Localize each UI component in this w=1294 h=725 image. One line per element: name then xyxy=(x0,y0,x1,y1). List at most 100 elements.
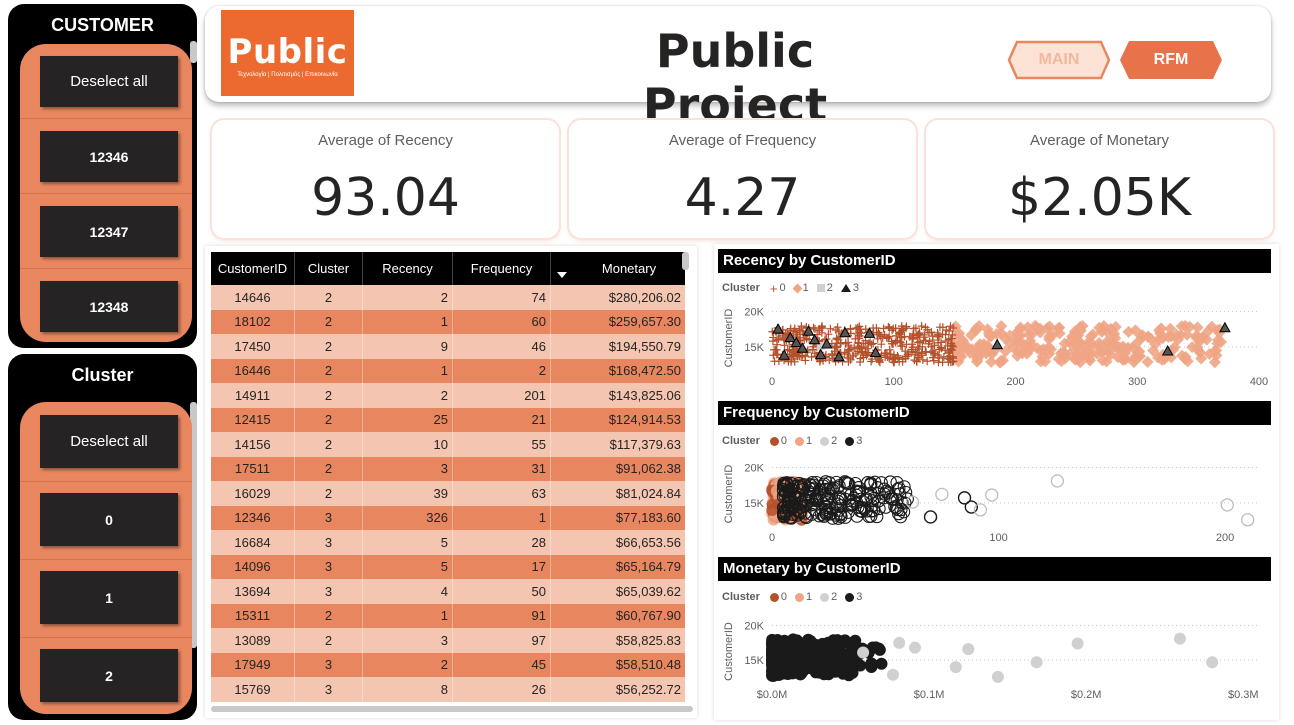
table-row[interactable]: 18102 2 1 60 $259,657.30 xyxy=(211,309,685,334)
data-point xyxy=(985,488,999,502)
table-cell-recency: 8 xyxy=(363,677,453,702)
data-point xyxy=(854,659,867,672)
table-cell-recency: 10 xyxy=(363,432,453,457)
data-point xyxy=(826,324,835,333)
legend-item-1[interactable]: 1 xyxy=(795,435,812,447)
cluster-item-0[interactable]: 0 xyxy=(40,493,178,546)
table-cell-monetary: $65,164.79 xyxy=(615,559,681,575)
table-cell-customerid: 13089 xyxy=(211,628,295,653)
column-header-frequency[interactable]: Frequency xyxy=(453,252,551,285)
table-row[interactable]: 14156 2 10 55 $117,379.63 xyxy=(211,432,685,457)
legend-item-2[interactable]: 2 xyxy=(820,435,837,447)
table-cell-cluster: 2 xyxy=(295,456,363,481)
table-row[interactable]: 17511 2 3 31 $91,062.38 xyxy=(211,456,685,481)
customer-deselect-all-button[interactable]: Deselect all xyxy=(40,56,178,107)
x-tick-label: 100 xyxy=(989,532,1007,544)
legend-item-0[interactable]: +0 xyxy=(770,282,786,295)
monetary-chart-legend: Cluster 0 1 2 3 xyxy=(722,589,866,605)
table-row[interactable]: 15769 3 8 26 $56,252.72 xyxy=(211,677,685,702)
recency-chart-title: Recency by CustomerID xyxy=(718,249,1271,273)
data-point xyxy=(949,661,962,674)
legend-item-1[interactable]: 1 xyxy=(792,282,809,294)
main-nav-button[interactable]: MAIN xyxy=(1007,40,1111,80)
table-cell-recency: 5 xyxy=(363,530,453,555)
table-cell-frequency: 63 xyxy=(453,481,551,506)
cluster-item-2[interactable]: 2 xyxy=(40,649,178,702)
data-point xyxy=(893,636,906,649)
data-point xyxy=(991,338,1004,350)
legend-label: 3 xyxy=(856,591,863,603)
rfm-nav-button[interactable]: RFM xyxy=(1119,40,1223,80)
customer-item-12347[interactable]: 12347 xyxy=(40,206,178,257)
legend-label: 1 xyxy=(806,591,813,603)
cluster-slicer-title: Cluster xyxy=(71,365,134,385)
data-point xyxy=(884,322,893,331)
table-cell-customerid: 16446 xyxy=(211,358,295,383)
table-cell-monetary: $91,062.38 xyxy=(615,461,681,477)
table-header: CustomerID Cluster Recency Frequency Mon… xyxy=(211,252,685,285)
table-cell-cluster: 3 xyxy=(295,652,363,677)
customer-item-12346[interactable]: 12346 xyxy=(40,131,178,182)
data-point xyxy=(772,323,784,334)
data-point xyxy=(1071,637,1084,650)
table-row[interactable]: 17450 2 9 46 $194,550.79 xyxy=(211,334,685,359)
customer-slicer-item: 12347 xyxy=(20,194,192,269)
table-cell-frequency: 55 xyxy=(453,432,551,457)
legend-item-0[interactable]: 0 xyxy=(769,591,787,603)
circle-marker-icon xyxy=(769,436,779,446)
table-cell-frequency: 45 xyxy=(453,652,551,677)
legend-label: 3 xyxy=(856,435,863,447)
table-row[interactable]: 13089 2 3 97 $58,825.83 xyxy=(211,628,685,653)
kpi-value: $2.05K xyxy=(1008,168,1191,228)
table-row[interactable]: 16029 2 39 63 $81,024.84 xyxy=(211,481,685,506)
table-horizontal-scrollbar[interactable] xyxy=(211,706,693,712)
legend-item-1[interactable]: 1 xyxy=(795,591,812,603)
column-header-recency[interactable]: Recency xyxy=(363,252,453,285)
charts-panel: 15K 20K 0 100 200 300 400 CustomerID 15K 20K 0 100 2… xyxy=(714,244,1279,720)
table-row[interactable]: 12415 2 25 21 $124,914.53 xyxy=(211,407,685,432)
data-point xyxy=(857,646,870,659)
legend-item-2[interactable]: 2 xyxy=(820,591,837,603)
cluster-deselect-all-button[interactable]: Deselect all xyxy=(40,415,178,468)
table-row[interactable]: 14911 2 2 201 $143,825.06 xyxy=(211,383,685,408)
table-row[interactable]: 14646 2 2 74 $280,206.02 xyxy=(211,285,685,310)
table-vertical-scrollbar[interactable] xyxy=(682,252,689,270)
legend-item-2[interactable]: 2 xyxy=(816,282,833,294)
table-row[interactable]: 14096 3 5 17 $65,164.79 xyxy=(211,554,685,579)
legend-item-0[interactable]: 0 xyxy=(769,435,787,447)
table-row[interactable]: 13694 3 4 50 $65,039.62 xyxy=(211,579,685,604)
table-row[interactable]: 15311 2 1 91 $60,767.90 xyxy=(211,603,685,628)
y-axis-label: CustomerID xyxy=(723,622,735,681)
table-cell-recency: 3 xyxy=(363,456,453,481)
table-row[interactable]: 17949 3 2 45 $58,510.48 xyxy=(211,652,685,677)
y-tick-label: 15K xyxy=(744,655,764,667)
data-point xyxy=(833,644,846,657)
table-cell-cluster: 3 xyxy=(295,554,363,579)
table-cell-frequency: 201 xyxy=(453,383,551,408)
square-marker-icon xyxy=(816,284,825,292)
customer-item-12348[interactable]: 12348 xyxy=(40,281,178,332)
table-row[interactable]: 16446 2 1 2 $168,472.50 xyxy=(211,358,685,383)
column-header-monetary[interactable]: Monetary xyxy=(551,252,685,285)
table-cell-customerid: 17511 xyxy=(211,456,295,481)
circle-marker-icon xyxy=(820,592,830,602)
kpi-value: 4.27 xyxy=(684,168,801,228)
legend-item-3[interactable]: 3 xyxy=(845,591,862,603)
sort-descending-icon[interactable] xyxy=(557,272,567,278)
column-header-customerid[interactable]: CustomerID xyxy=(211,252,295,285)
table-cell-recency: 3 xyxy=(363,628,453,653)
table-cell-frequency: 28 xyxy=(453,530,551,555)
table-cell-monetary: $60,767.90 xyxy=(615,608,681,624)
table-cell-frequency: 97 xyxy=(453,628,551,653)
legend-item-3[interactable]: 3 xyxy=(845,435,862,447)
table-cell-customerid: 15769 xyxy=(211,677,295,702)
x-tick-label: $0.2M xyxy=(1071,689,1102,701)
table-cell-recency: 1 xyxy=(363,309,453,334)
table-row[interactable]: 12346 3 326 1 $77,183.60 xyxy=(211,505,685,530)
legend-item-3[interactable]: 3 xyxy=(840,282,859,294)
data-point xyxy=(917,322,926,331)
table-cell-customerid: 16684 xyxy=(211,530,295,555)
cluster-item-1[interactable]: 1 xyxy=(40,571,178,624)
column-header-cluster[interactable]: Cluster xyxy=(295,252,363,285)
table-row[interactable]: 16684 3 5 28 $66,653.56 xyxy=(211,530,685,555)
